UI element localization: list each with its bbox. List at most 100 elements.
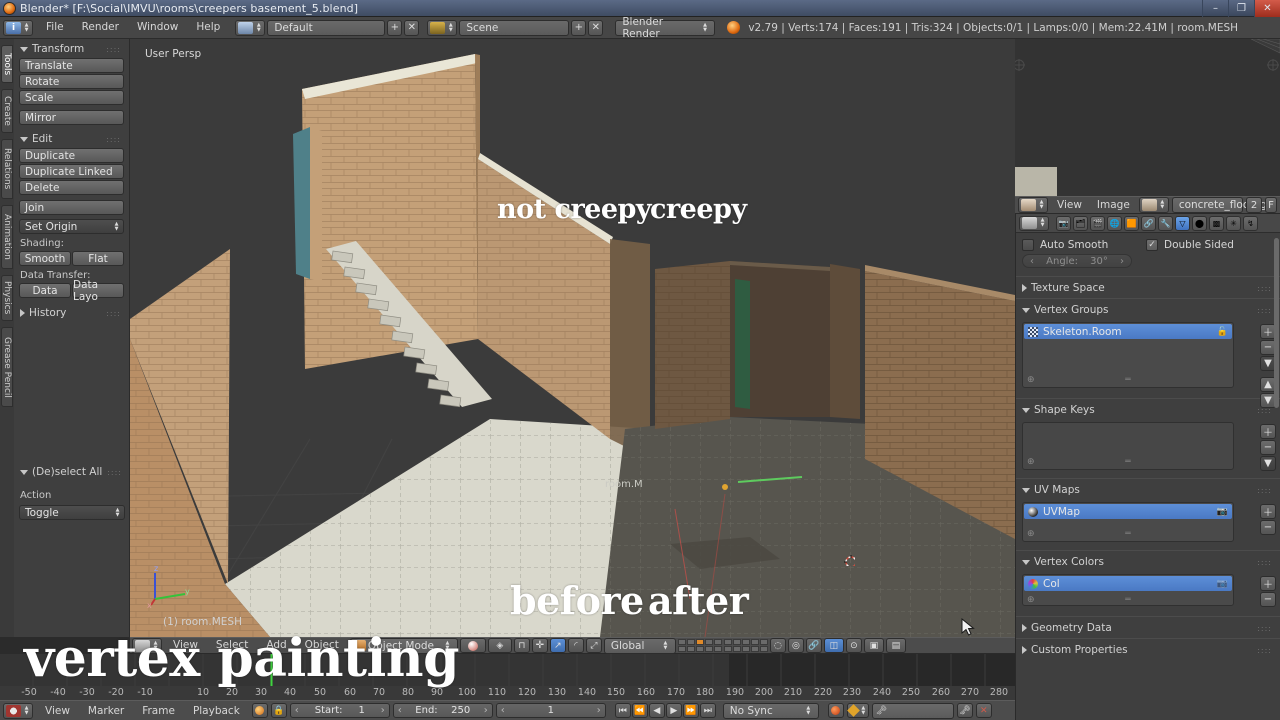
jump-to-start-button[interactable]: ⏮ <box>614 703 631 718</box>
properties-editor[interactable]: ▲ ▼ 📷 🗂 🎬 🌐 🟧 🔗 🔧 ▽ ⬤ ▩ ✳ ↯ Auto Smooth … <box>1015 214 1280 720</box>
auto-keyframe-button[interactable] <box>251 703 268 718</box>
left-arrow-icon[interactable]: ‹ <box>295 705 299 716</box>
double-sided-checkbox[interactable]: ✓ <box>1146 239 1158 251</box>
rotate-button[interactable]: Rotate <box>19 74 124 89</box>
scale-manipulator-button[interactable]: ⤢ <box>585 638 602 653</box>
tab-grease-pencil[interactable]: Grease Pencil <box>1 327 13 407</box>
left-arrow-icon[interactable]: ‹ <box>1030 256 1034 267</box>
snap-toggle-button[interactable]: ⊓ <box>513 638 530 653</box>
proportional-edit-button[interactable]: ◌ <box>769 638 786 653</box>
panel-shape-keys-header[interactable]: Shape Keys :::: <box>1016 398 1280 420</box>
right-arrow-icon[interactable]: › <box>381 705 385 716</box>
material-tab[interactable]: ⬤ <box>1192 215 1207 231</box>
layer-cell[interactable] <box>713 639 722 645</box>
jump-to-end-button[interactable]: ⏭ <box>699 703 716 718</box>
panel-history-header[interactable]: History :::: <box>14 303 129 322</box>
mirror-options-button[interactable]: ◫ <box>823 638 844 653</box>
transform-orientation-selector[interactable]: Global ▲ ▼ <box>603 637 676 654</box>
uv-image-editor[interactable] <box>1015 39 1280 196</box>
layer-cell[interactable] <box>759 639 768 645</box>
timeline-menu-frame[interactable]: Frame <box>133 702 184 720</box>
viewport-shading-selector[interactable] <box>459 638 486 653</box>
resize-grip-icon[interactable]: ═ <box>1125 595 1130 605</box>
scene-layers-group-2[interactable] <box>723 639 768 652</box>
scale-button[interactable]: Scale <box>19 90 124 105</box>
particles-tab[interactable]: ✳ <box>1226 215 1241 231</box>
expand-icon[interactable]: ⊕ <box>1027 457 1035 467</box>
auto-smooth-checkbox[interactable] <box>1022 239 1034 251</box>
insert-keyframe-button[interactable]: 🗝 <box>956 703 973 718</box>
layer-cell[interactable] <box>723 639 732 645</box>
mirror-button[interactable]: Mirror <box>19 110 124 125</box>
resize-grip-icon[interactable]: ═ <box>1125 375 1130 385</box>
set-origin-dropdown[interactable]: Set Origin ▲ ▼ <box>19 219 124 234</box>
screen-layout-name[interactable]: Default <box>267 19 386 36</box>
vertex-colors-list[interactable]: Col 📷 ⊕ ═ <box>1022 574 1234 606</box>
tab-physics[interactable]: Physics <box>1 275 13 321</box>
menu-help[interactable]: Help <box>187 19 229 36</box>
scene-name[interactable]: Scene <box>459 19 570 36</box>
scene-browse[interactable]: ▲ ▼ <box>427 19 458 36</box>
translate-button[interactable]: Translate <box>19 58 124 73</box>
render-animation-button[interactable]: ▤ <box>885 638 906 653</box>
list-item[interactable]: Col 📷 <box>1024 576 1232 591</box>
expand-icon[interactable]: ⊕ <box>1027 375 1035 385</box>
next-keyframe-button[interactable]: ⏩ <box>682 703 699 718</box>
menu-render[interactable]: Render <box>73 19 128 36</box>
play-button[interactable]: ▶ <box>665 703 682 718</box>
rotate-manipulator-button[interactable]: ◜ <box>567 638 584 653</box>
data-transfer-button[interactable]: Data <box>19 283 71 298</box>
add-vertex-color-button[interactable]: ＋ <box>1260 576 1276 591</box>
list-item[interactable]: Skeleton.Room 🔓 <box>1024 324 1232 339</box>
minimize-button[interactable]: – <box>1202 0 1228 17</box>
duplicate-linked-button[interactable]: Duplicate Linked <box>19 164 124 179</box>
delete-scene-button[interactable]: ✕ <box>588 19 604 36</box>
layer-cell[interactable] <box>741 639 750 645</box>
timeline-menu-view[interactable]: View <box>36 702 79 720</box>
vertex-groups-list[interactable]: Skeleton.Room 🔓 ⊕ ═ <box>1022 322 1234 388</box>
remove-shape-key-button[interactable]: − <box>1260 440 1276 455</box>
panel-vertex-groups-header[interactable]: Vertex Groups :::: <box>1016 298 1280 320</box>
sync-mode-selector[interactable]: No Sync ▲ ▼ <box>722 702 819 719</box>
right-arrow-icon[interactable]: › <box>484 705 488 716</box>
layer-cell[interactable] <box>750 639 759 645</box>
delete-keyframe-button[interactable]: ✕ <box>975 703 992 718</box>
double-sided-toggle[interactable]: ✓ Double Sided <box>1146 239 1234 251</box>
layer-cell-active[interactable] <box>695 639 704 645</box>
image-fake-user-button[interactable]: F <box>1265 197 1277 213</box>
uv-maps-list[interactable]: UVMap 📷 ⊕ ═ <box>1022 502 1234 542</box>
add-screen-layout-button[interactable]: + <box>387 19 403 36</box>
menu-window[interactable]: Window <box>128 19 187 36</box>
3d-viewport[interactable]: z y x User Persp (1) room.MESH room.M no… <box>130 39 1015 637</box>
pivot-point-selector[interactable]: ◈ <box>487 638 512 653</box>
maximize-button[interactable]: ❐ <box>1228 0 1254 17</box>
panel-edit-header[interactable]: Edit :::: <box>14 129 129 148</box>
panel-vertex-colors-header[interactable]: Vertex Colors :::: <box>1016 550 1280 572</box>
render-layers-tab[interactable]: 🗂 <box>1073 215 1088 231</box>
auto-smooth-angle-slider[interactable]: ‹ Angle: 30° › <box>1022 254 1132 268</box>
shade-flat-button[interactable]: Flat <box>72 251 124 266</box>
tab-tools[interactable]: Tools <box>1 45 13 83</box>
panel-geometry-data-header[interactable]: Geometry Data :::: <box>1016 616 1280 638</box>
image-users-count[interactable]: 2 <box>1246 197 1262 213</box>
close-button[interactable]: ✕ <box>1254 0 1280 17</box>
data-layout-transfer-button[interactable]: Data Layo <box>72 279 124 303</box>
list-item[interactable]: UVMap 📷 <box>1024 504 1232 519</box>
world-tab[interactable]: 🌐 <box>1107 215 1122 231</box>
join-button[interactable]: Join <box>19 200 124 215</box>
start-frame-field[interactable]: ‹ Start: 1 › <box>289 703 390 718</box>
shape-keys-list[interactable]: ⊕ ═ <box>1022 422 1234 470</box>
texture-link-button[interactable]: 🔗 <box>805 638 822 653</box>
remove-uv-map-button[interactable]: − <box>1260 520 1276 535</box>
screen-layout-browse[interactable]: ▲ ▼ <box>235 19 266 36</box>
layer-cell[interactable] <box>759 646 768 652</box>
scene-layers-group-1[interactable] <box>677 639 722 652</box>
expand-icon[interactable]: ⊕ <box>1027 595 1035 605</box>
duplicate-button[interactable]: Duplicate <box>19 148 124 163</box>
keying-set-field[interactable]: 🗝 <box>871 702 954 719</box>
image-editor-menu-view[interactable]: View <box>1051 197 1088 213</box>
timeline-menu-playback[interactable]: Playback <box>184 702 249 720</box>
remove-vertex-color-button[interactable]: − <box>1260 592 1276 607</box>
panel-transform-header[interactable]: Transform :::: <box>14 39 129 58</box>
action-dropdown[interactable]: Toggle ▲ ▼ <box>19 505 125 520</box>
